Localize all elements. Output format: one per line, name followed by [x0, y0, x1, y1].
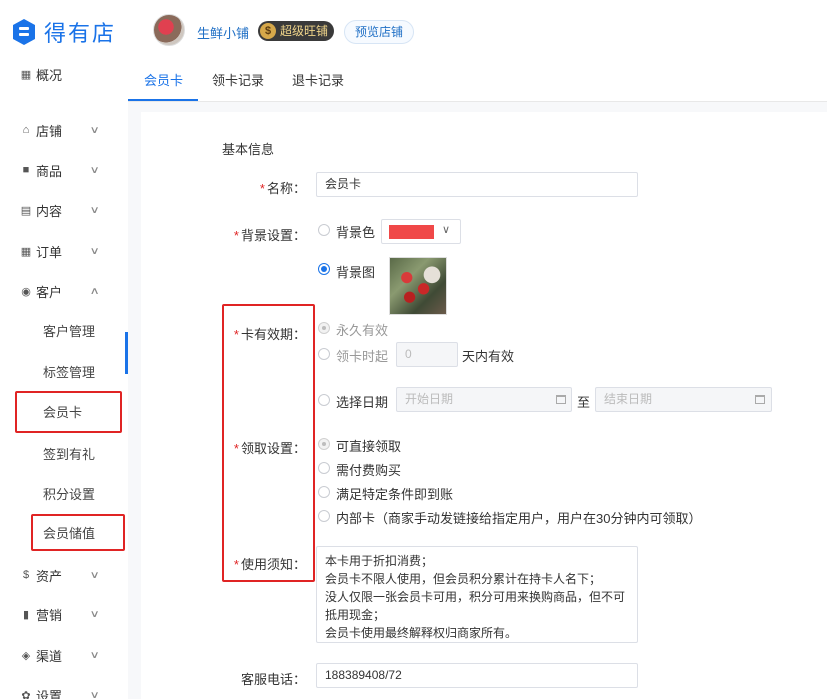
claim-paid-radio[interactable] [318, 462, 330, 474]
claim-direct-radio[interactable] [318, 438, 330, 450]
calendar-icon [755, 395, 765, 404]
sidebar-item-label: 设置 [36, 688, 63, 699]
claim-option-label: 内部卡（商家手动发链接给指定用户，用户在30分钟内可领取） [336, 511, 702, 526]
store-icon: ⌂ [22, 124, 30, 136]
service-phone-label: 客服电话： [240, 672, 306, 687]
calendar-icon [556, 395, 566, 404]
sidebar-item-label: 订单 [36, 244, 63, 260]
background-color-radio[interactable] [318, 224, 330, 236]
chevron-down-icon: ∨ [89, 608, 100, 620]
validity-days-input[interactable]: 0 [396, 342, 458, 367]
validity-forever-label: 永久有效 [336, 323, 389, 338]
highlight-box-stored-value [31, 514, 125, 551]
chevron-down-icon: ∨ [89, 649, 100, 661]
sidebar-item-label: 营销 [36, 607, 63, 623]
claim-option-label: 满足特定条件即到账 [336, 487, 454, 502]
sidebar-item-content[interactable]: ▤ 内容 ∨ [0, 198, 128, 222]
logo-icon [12, 18, 36, 46]
preview-shop-button[interactable]: 预览店铺 [344, 20, 415, 44]
name-label: * 名称： [259, 181, 306, 196]
validity-date-label: 选择日期 [336, 395, 389, 410]
background-color-picker[interactable]: ∨ [381, 219, 461, 244]
shop-level-badge: $ 超级旺铺 [258, 21, 335, 41]
sidebar-item-label: 概况 [36, 67, 63, 83]
background-color-option-label: 背景色 [336, 225, 376, 240]
validity-forever-radio[interactable] [318, 322, 330, 334]
tab-bar: 会员卡 领卡记录 退卡记录 [128, 60, 827, 102]
date-range-separator: 至 [577, 395, 591, 410]
sidebar-item-label: 店铺 [36, 123, 63, 139]
highlight-box-member-card [15, 391, 122, 433]
marketing-icon: ▮ [22, 608, 30, 621]
chevron-down-icon: ∨ [442, 224, 451, 236]
top-bar: 得有店 生鲜小铺 $ 超级旺铺 预览店铺 [0, 0, 827, 60]
validity-days-suffix: 天内有效 [462, 349, 515, 364]
claim-option-label: 需付费购买 [336, 463, 402, 478]
start-date-input[interactable]: 开始日期 [396, 387, 572, 412]
end-date-input[interactable]: 结束日期 [595, 387, 772, 412]
sidebar-item-label: 资产 [36, 568, 63, 584]
chevron-down-icon: ∨ [89, 689, 100, 699]
card-name-input[interactable]: 会员卡 [316, 172, 638, 197]
shop-avatar[interactable] [153, 14, 185, 46]
sidebar-item-settings[interactable]: ✿ 设置 ∨ [0, 683, 128, 699]
background-label: * 背景设置： [233, 228, 306, 243]
brand-name: 得有店 [44, 22, 117, 47]
channel-icon: ◈ [21, 649, 31, 662]
validity-from-claim-radio[interactable] [318, 348, 330, 360]
brand-logo[interactable]: 得有店 [12, 16, 116, 48]
claim-option-label: 可直接领取 [336, 439, 402, 454]
sidebar-item-label: 客户 [36, 284, 63, 300]
claim-internal-radio[interactable] [318, 510, 330, 522]
asset-icon: $ [22, 569, 30, 581]
grid-icon: ▦ [20, 68, 32, 81]
highlight-box-form-labels [222, 304, 315, 582]
sidebar-item-label: 渠道 [36, 648, 63, 664]
sidebar-item-channels[interactable]: ◈ 渠道 ∨ [0, 643, 128, 667]
sidebar-subitem-tag-management[interactable]: 标签管理 [0, 359, 128, 383]
chevron-down-icon: ∨ [89, 164, 100, 176]
sidebar-subitem-customer-management[interactable]: 客户管理 [0, 318, 128, 342]
validity-date-radio[interactable] [318, 394, 330, 406]
sidebar-item-assets[interactable]: $ 资产 ∨ [0, 563, 128, 587]
sidebar-item-overview[interactable]: ▦ 概况 [0, 62, 128, 86]
sidebar-item-marketing[interactable]: ▮ 营销 ∨ [0, 602, 128, 626]
sidebar-item-orders[interactable]: ▦ 订单 ∨ [0, 239, 128, 263]
sidebar-subitem-checkin-gift[interactable]: 签到有礼 [0, 441, 128, 465]
shop-level-label: 超级旺铺 [280, 24, 329, 38]
usage-notice-textarea[interactable]: 本卡用于折扣消费； 会员卡不限人使用，但会员积分累计在持卡人名下； 没人仅限一张… [316, 546, 638, 643]
chevron-up-icon: ∧ [89, 285, 100, 297]
chevron-down-icon: ∨ [89, 569, 100, 581]
product-icon: ■ [22, 164, 30, 176]
active-tab-underline [128, 99, 198, 101]
sidebar-item-label: 内容 [36, 203, 63, 219]
background-image-option-label: 背景图 [336, 265, 376, 280]
color-swatch [389, 225, 434, 239]
background-image-radio[interactable] [318, 263, 330, 275]
shop-name[interactable]: 生鲜小铺 [197, 23, 249, 42]
sidebar-subitem-points-settings[interactable]: 积分设置 [0, 481, 128, 505]
service-phone-input[interactable]: 188389408/72 [316, 663, 638, 688]
sidebar-item-store[interactable]: ⌂ 店铺 ∨ [0, 118, 128, 142]
sidebar-item-customers[interactable]: ◉ 客户 ∧ [0, 279, 128, 303]
chevron-down-icon: ∨ [89, 124, 100, 136]
claim-condition-radio[interactable] [318, 486, 330, 498]
sidebar-item-label: 商品 [36, 163, 63, 179]
coin-icon: $ [260, 23, 276, 39]
section-title: 基本信息 [222, 142, 275, 157]
customer-icon: ◉ [21, 285, 31, 298]
tab-member-card[interactable]: 会员卡 [144, 70, 183, 89]
validity-from-claim-label: 领卡时起 [336, 349, 389, 364]
tab-claim-records[interactable]: 领卡记录 [212, 70, 264, 89]
settings-icon: ✿ [21, 689, 31, 699]
tab-refund-records[interactable]: 退卡记录 [292, 70, 344, 89]
content-icon: ▤ [20, 204, 32, 217]
chevron-down-icon: ∨ [89, 204, 100, 216]
chevron-down-icon: ∨ [89, 245, 100, 257]
sidebar-item-products[interactable]: ■ 商品 ∨ [0, 158, 128, 182]
order-icon: ▦ [20, 245, 32, 258]
background-image-thumbnail[interactable] [389, 257, 447, 315]
